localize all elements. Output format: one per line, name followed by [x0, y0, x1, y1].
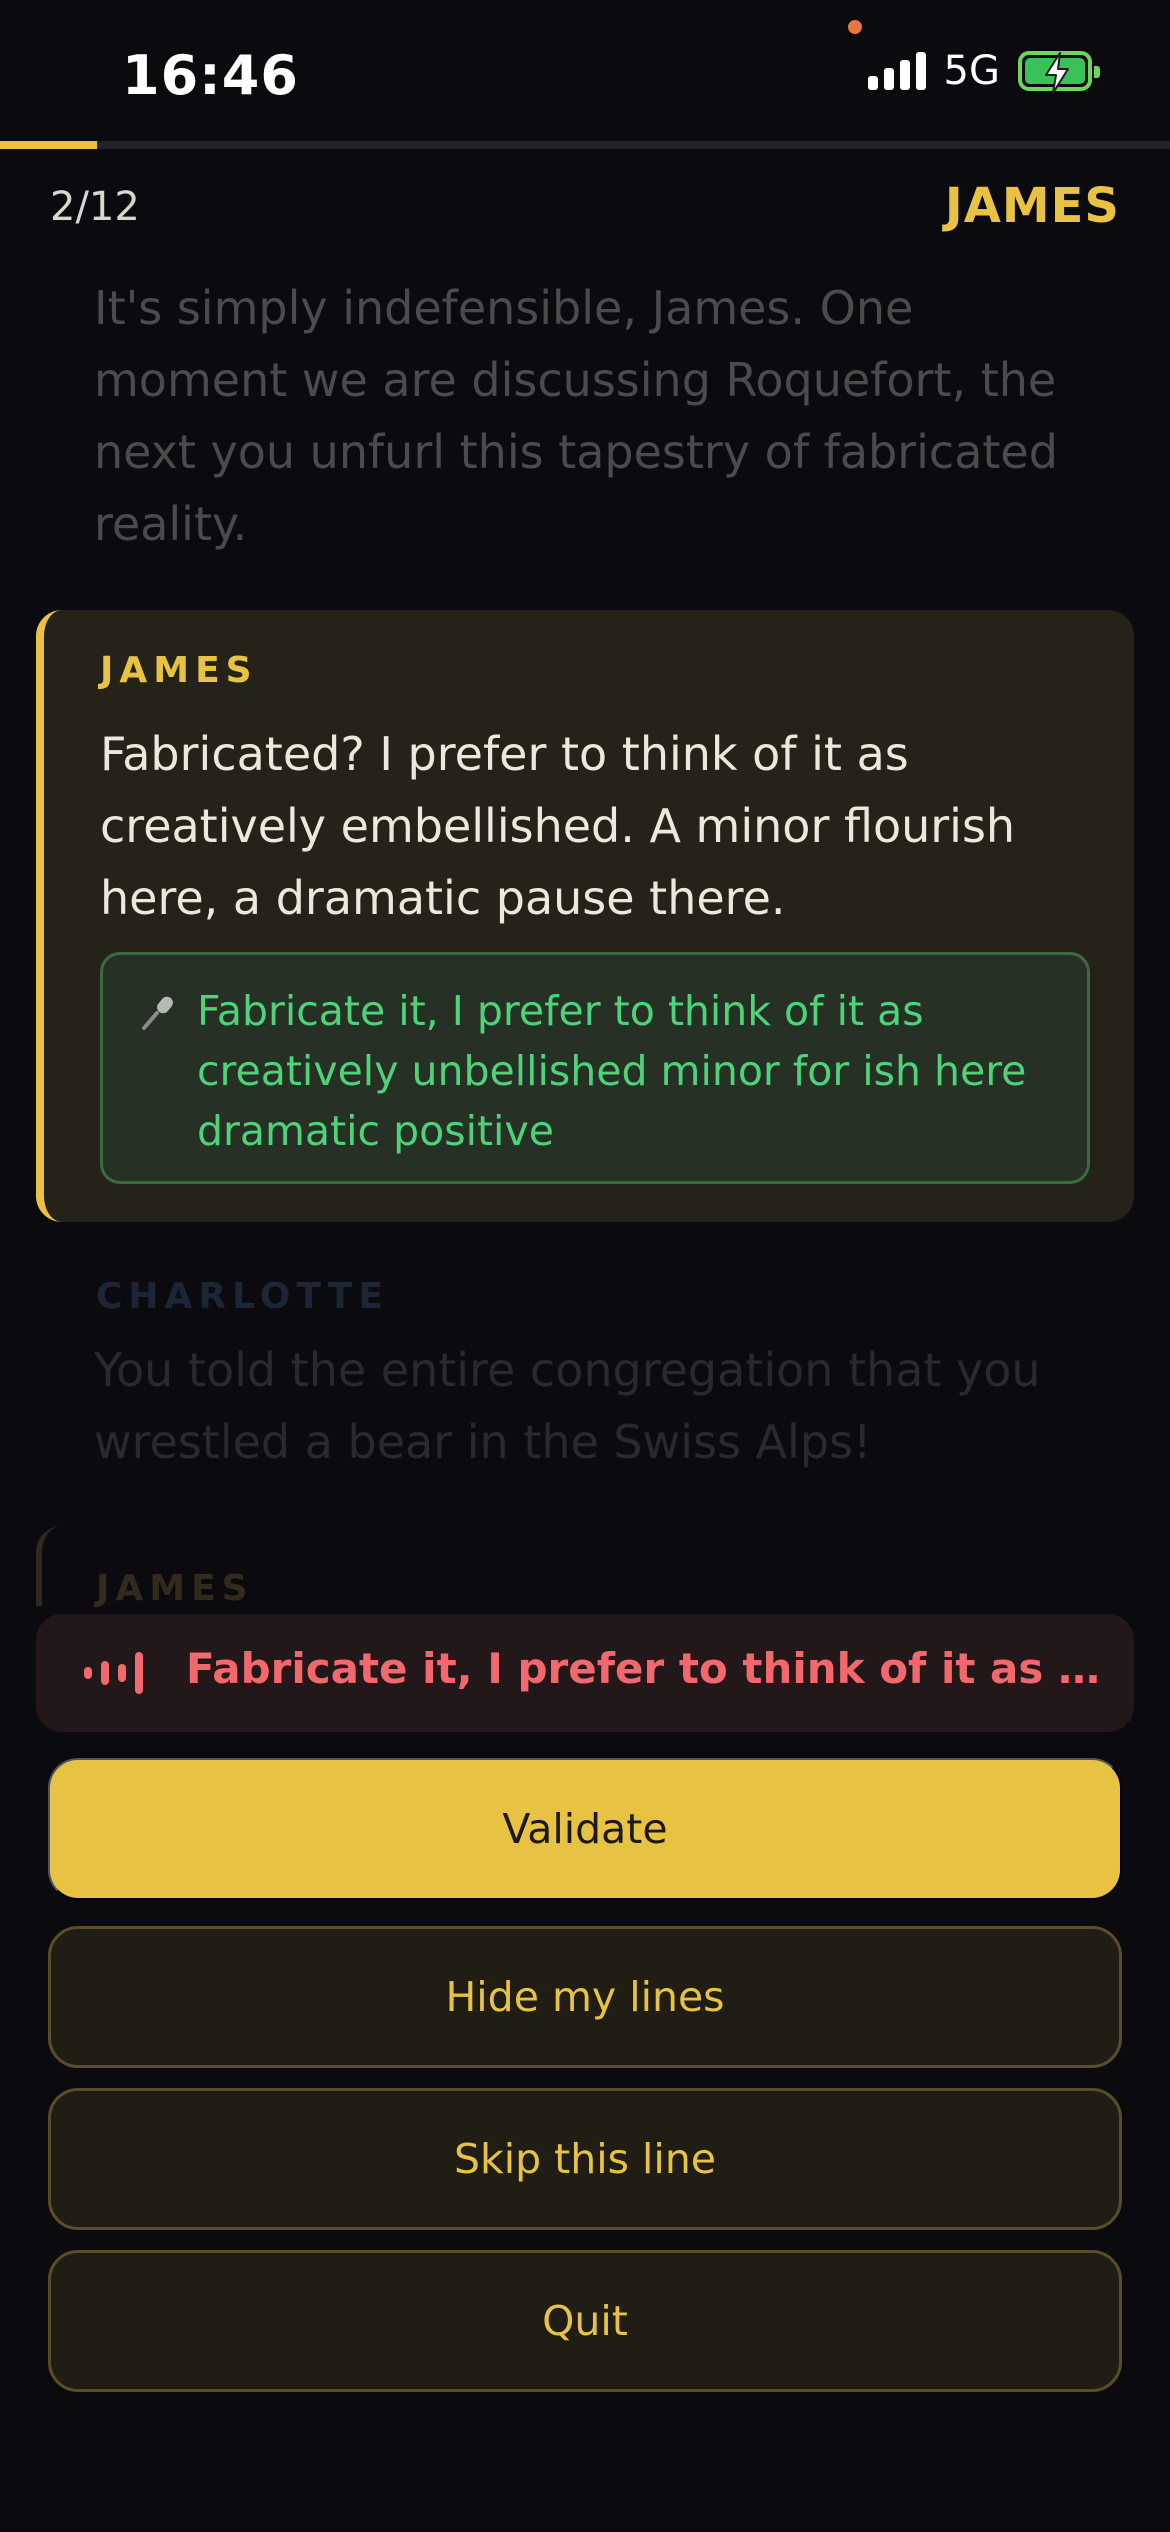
speech-transcript-box: Fabricate it, I prefer to think of it as…: [100, 952, 1090, 1184]
validate-button[interactable]: Validate: [48, 1758, 1122, 1900]
scene-progress-bar: [0, 141, 1170, 149]
network-label: 5G: [943, 48, 1000, 94]
live-transcription-bar: Fabricate it, I prefer to think of it as…: [36, 1614, 1134, 1732]
speech-transcript-text: Fabricate it, I prefer to think of it as…: [197, 987, 1027, 1155]
scene-progress-fill: [0, 141, 98, 149]
active-line-text: Fabricated? I prefer to think of it as c…: [100, 727, 1016, 925]
hide-my-lines-button[interactable]: Hide my lines: [48, 1926, 1122, 2068]
live-transcription-text: Fabricate it, I prefer to think of it as…: [186, 1644, 1106, 1693]
waveform-icon: [84, 1652, 143, 1694]
skip-line-button[interactable]: Skip this line: [48, 2088, 1122, 2230]
battery-charging-icon: [1018, 51, 1100, 94]
line-counter: 2/12: [50, 184, 140, 230]
status-time: 16:46: [122, 44, 299, 107]
following-speaker-label: JAMES: [96, 1568, 254, 1609]
quit-button[interactable]: Quit: [48, 2250, 1122, 2392]
signal-icon: [867, 52, 926, 90]
active-speaker-label: JAMES: [100, 650, 258, 691]
next-line-text: You told the entire congregation that yo…: [94, 1343, 1041, 1469]
microphone-icon: [142, 996, 173, 1030]
previous-line-text: It's simply indefensible, James. One mom…: [94, 281, 1058, 551]
active-line-card: JAMES Fabricated? I prefer to think of i…: [36, 610, 1134, 1222]
next-speaker-label: CHARLOTTE: [96, 1276, 389, 1317]
rehearsal-screen: 16:46 5G 2/12 JAMES It's simply indefens…: [0, 0, 1170, 2532]
status-indicators: 5G: [867, 48, 1100, 94]
privacy-indicator-dot: [848, 20, 862, 34]
current-role: JAMES: [944, 178, 1120, 234]
following-card-edge: [36, 1526, 76, 1606]
